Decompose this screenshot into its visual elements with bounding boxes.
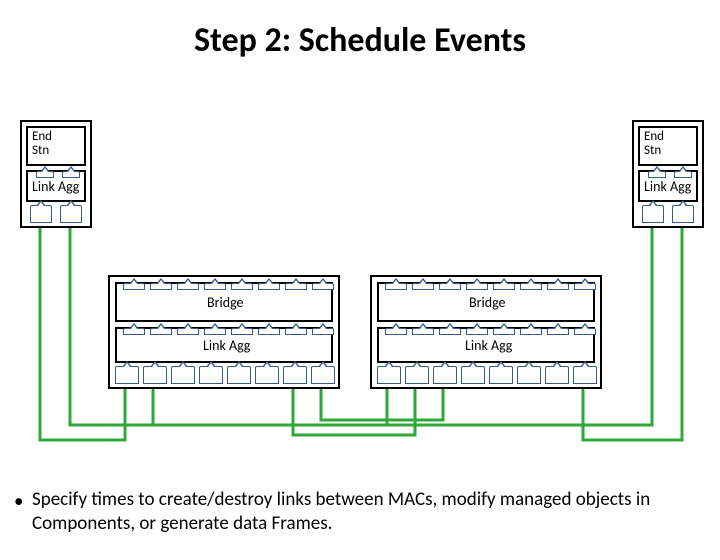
port <box>312 283 334 290</box>
port <box>36 171 54 178</box>
link-agg-left-label: Link Agg <box>32 178 79 195</box>
port <box>258 328 280 335</box>
port <box>285 283 307 290</box>
port <box>674 171 692 178</box>
port-row <box>26 206 86 224</box>
diagram-canvas: End Stn Link Agg End Stn Link Agg <box>0 20 720 560</box>
port <box>574 283 596 290</box>
port <box>115 366 139 384</box>
port <box>642 205 664 223</box>
link-agg-right-box: Link Agg <box>638 170 698 202</box>
port <box>412 283 434 290</box>
port <box>30 205 52 223</box>
port <box>171 366 195 384</box>
port <box>204 328 226 335</box>
port <box>143 366 167 384</box>
port <box>62 171 80 178</box>
port <box>439 328 461 335</box>
port <box>60 205 82 223</box>
port <box>461 366 485 384</box>
port <box>517 366 541 384</box>
bullet-dot-icon: • <box>14 490 23 514</box>
port <box>648 171 666 178</box>
port <box>123 328 145 335</box>
link-agg-right-label: Link Agg <box>644 178 691 195</box>
port <box>489 366 513 384</box>
port <box>285 328 307 335</box>
port <box>258 283 280 290</box>
bridge-2-linkagg-label: Link Agg <box>465 337 512 354</box>
port-row <box>377 367 599 385</box>
end-stn-right-label: End Stn <box>644 130 664 159</box>
port <box>412 328 434 335</box>
bridge-1: Bridge Link Agg <box>108 275 340 389</box>
bridge-2: Bridge Link Agg <box>370 275 602 389</box>
port <box>466 283 488 290</box>
port <box>150 328 172 335</box>
end-station-right: End Stn Link Agg <box>632 120 704 228</box>
port <box>255 366 279 384</box>
port <box>199 366 223 384</box>
port <box>439 283 461 290</box>
port <box>204 283 226 290</box>
bridge-1-linkagg-label: Link Agg <box>203 337 250 354</box>
port <box>177 283 199 290</box>
bullet-content: Specify times to create/destroy links be… <box>32 488 650 535</box>
port <box>466 328 488 335</box>
port <box>177 328 199 335</box>
end-stn-left-box: End Stn <box>26 126 86 166</box>
port <box>385 283 407 290</box>
port <box>312 328 334 335</box>
link-agg-left-box: Link Agg <box>26 170 86 202</box>
port-row <box>638 206 698 224</box>
port <box>672 205 694 223</box>
port <box>385 328 407 335</box>
end-stn-right-box: End Stn <box>638 126 698 166</box>
port <box>545 366 569 384</box>
port <box>123 283 145 290</box>
port <box>574 328 596 335</box>
port <box>520 328 542 335</box>
port <box>493 328 515 335</box>
bullet-text: • Specify times to create/destroy links … <box>32 488 690 536</box>
bridge-1-label: Bridge <box>207 294 244 311</box>
port <box>405 366 429 384</box>
port <box>150 283 172 290</box>
port-row <box>115 367 337 385</box>
bridge-2-linkagg: Link Agg <box>377 327 595 363</box>
port <box>231 283 253 290</box>
port <box>377 366 401 384</box>
port <box>573 366 597 384</box>
bridge-1-linkagg: Link Agg <box>115 327 333 363</box>
port <box>433 366 457 384</box>
port <box>227 366 251 384</box>
bridge-2-box: Bridge <box>377 282 595 322</box>
port <box>520 283 542 290</box>
bridge-2-label: Bridge <box>469 294 506 311</box>
port <box>231 328 253 335</box>
end-stn-left-label: End Stn <box>32 130 52 159</box>
end-station-left: End Stn Link Agg <box>20 120 92 228</box>
port <box>311 366 335 384</box>
port <box>283 366 307 384</box>
port <box>547 283 569 290</box>
bridge-1-box: Bridge <box>115 282 333 322</box>
port <box>493 283 515 290</box>
port <box>547 328 569 335</box>
